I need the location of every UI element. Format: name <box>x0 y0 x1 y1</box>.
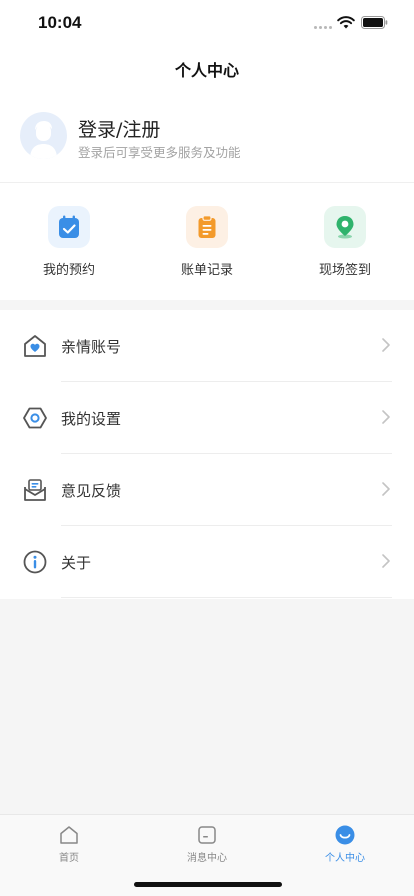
divider <box>0 182 414 183</box>
menu-item-about[interactable]: 关于 <box>0 526 414 598</box>
menu-item-label: 意见反馈 <box>61 482 122 500</box>
menu-item-label: 关于 <box>61 554 92 572</box>
tab-label: 消息中心 <box>187 853 227 864</box>
quick-action-label: 账单记录 <box>180 263 233 278</box>
status-time: 10:04 <box>38 13 82 32</box>
feedback-mail-icon <box>24 479 46 501</box>
login-register-entry[interactable]: 登录/注册 登录后可享受更多服务及功能 <box>0 104 414 182</box>
default-avatar-icon <box>30 121 57 159</box>
profile-smile-icon <box>335 825 355 845</box>
menu-item-settings[interactable]: 我的设置 <box>0 382 414 454</box>
page-title: 个人中心 <box>174 61 239 80</box>
quick-action-label: 我的预约 <box>42 263 95 278</box>
chevron-right-icon <box>382 554 390 568</box>
calendar-check-icon <box>48 206 90 248</box>
login-hint: 登录后可享受更多服务及功能 <box>78 145 241 160</box>
tab-label: 个人中心 <box>325 853 365 864</box>
chevron-right-icon <box>382 482 390 496</box>
tab-profile[interactable]: 个人中心 <box>276 825 414 865</box>
home-indicator <box>134 882 282 887</box>
quick-action-label: 现场签到 <box>318 263 371 278</box>
quick-action-appointments[interactable]: 我的预约 <box>14 205 124 283</box>
status-bar: 10:04 <box>0 0 414 46</box>
avatar <box>20 112 67 159</box>
quick-action-checkin[interactable]: 现场签到 <box>290 205 400 283</box>
settings-hexagon-icon <box>23 407 47 429</box>
menu-item-label: 亲情账号 <box>61 338 122 356</box>
quick-actions: 我的预约 账单记录 现场签到 <box>0 205 414 285</box>
cellular-signal-icon <box>314 26 334 30</box>
battery-icon <box>361 16 388 29</box>
menu-item-label: 我的设置 <box>61 410 122 428</box>
menu-list: 亲情账号 我的设置 意见反馈 关于 <box>0 310 414 599</box>
tab-home[interactable]: 首页 <box>0 825 138 865</box>
menu-item-feedback[interactable]: 意见反馈 <box>0 454 414 526</box>
tab-label: 首页 <box>59 853 79 864</box>
family-home-heart-icon <box>24 335 46 357</box>
login-register-label: 登录/注册 <box>78 119 161 141</box>
home-icon <box>60 826 78 844</box>
quick-action-bills[interactable]: 账单记录 <box>152 205 262 283</box>
clipboard-list-icon <box>186 206 228 248</box>
tab-messages[interactable]: 消息中心 <box>138 825 276 865</box>
location-pin-icon <box>324 206 366 248</box>
info-circle-icon <box>23 550 47 574</box>
wifi-icon <box>337 16 355 29</box>
divider <box>61 597 392 598</box>
chevron-right-icon <box>382 410 390 424</box>
chevron-right-icon <box>382 338 390 352</box>
menu-item-family-account[interactable]: 亲情账号 <box>0 310 414 382</box>
message-icon <box>198 826 216 844</box>
